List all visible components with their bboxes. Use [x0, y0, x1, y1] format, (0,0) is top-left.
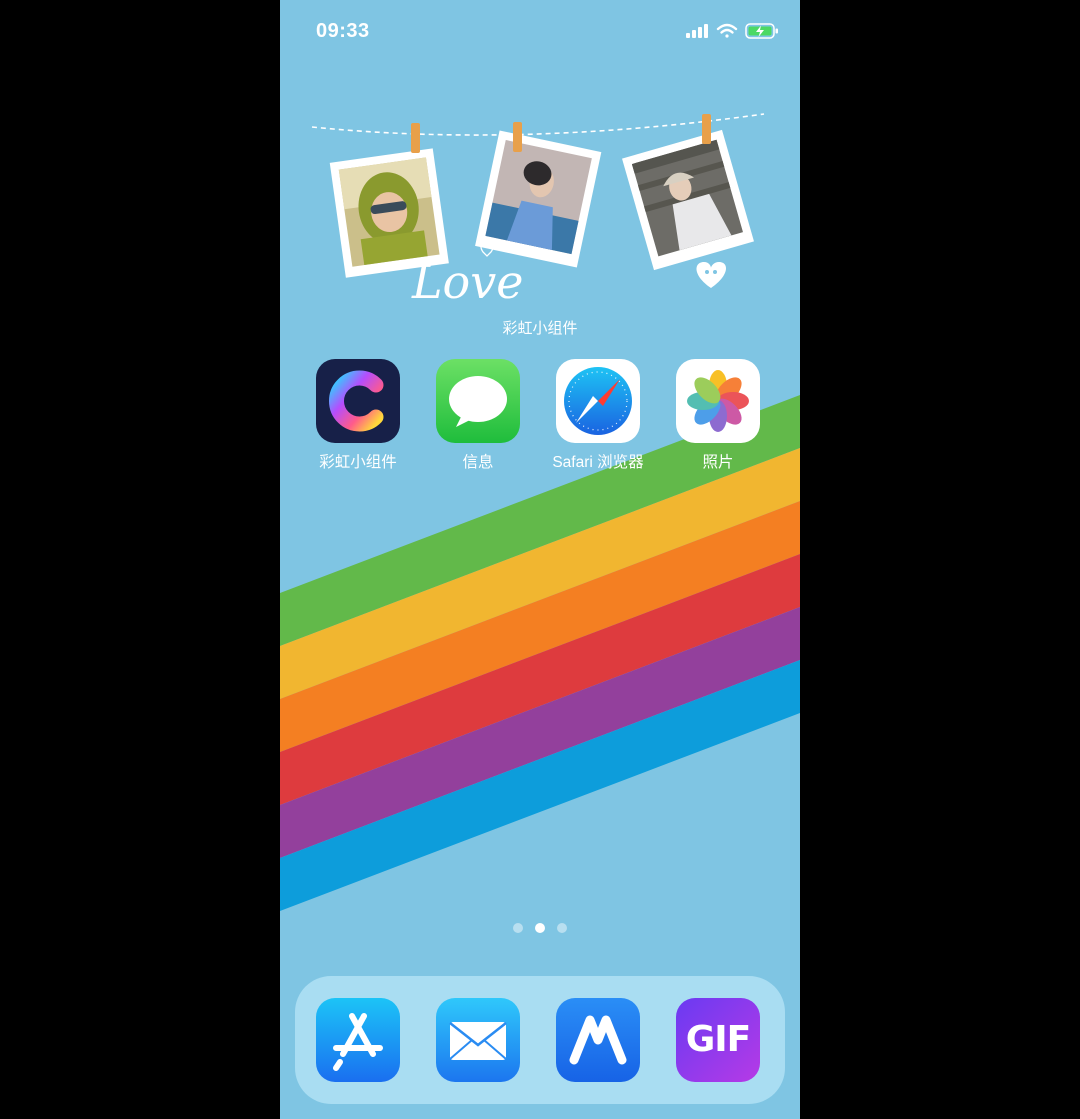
- dock-mail[interactable]: [418, 998, 538, 1082]
- heart-sticker-icon: [696, 262, 727, 288]
- cellular-signal-icon: [686, 24, 708, 38]
- app-label: 信息: [462, 454, 494, 471]
- dock: GIF: [295, 976, 785, 1104]
- polaroid-photo-2: [475, 130, 602, 268]
- page-dot-3[interactable]: [557, 923, 567, 933]
- app-label: 照片: [702, 454, 734, 471]
- safari-app-icon: [556, 359, 640, 443]
- app-messages[interactable]: 信息: [418, 359, 538, 472]
- page-dot-2[interactable]: [535, 923, 545, 933]
- app-safari[interactable]: Safari 浏览器: [538, 359, 658, 472]
- polaroid-photo-3: [622, 129, 754, 271]
- string-line: [311, 113, 765, 136]
- status-icons: [686, 22, 780, 45]
- rainbow-widget-app-icon: [316, 359, 400, 443]
- photos-app-icon: [676, 359, 760, 443]
- page-dot-1[interactable]: [513, 923, 523, 933]
- gif-app-icon: GIF: [676, 998, 760, 1082]
- m-app-icon: [556, 998, 640, 1082]
- dock-m-app[interactable]: [538, 998, 658, 1082]
- clothespin-2: [513, 122, 522, 152]
- messages-app-icon: [436, 359, 520, 443]
- app-store-icon: [316, 998, 400, 1082]
- widget-label: 彩虹小组件: [502, 320, 578, 337]
- home-screen: 09:33 Love 彩虹小组件 彩虹小组件 信息 Safari 浏览器 照片 …: [280, 0, 800, 1119]
- page-indicator[interactable]: [280, 920, 800, 938]
- love-script: Love: [411, 255, 523, 309]
- app-label: Safari 浏览器: [552, 454, 644, 471]
- dock-app-store[interactable]: [298, 998, 418, 1082]
- battery-charging-icon: [745, 23, 778, 39]
- app-photos[interactable]: 照片: [658, 359, 778, 472]
- clothespin-3: [702, 114, 711, 144]
- dock-gif-app[interactable]: GIF: [658, 998, 778, 1082]
- clothespin-1: [411, 123, 420, 153]
- wifi-icon: [716, 23, 738, 38]
- app-label: 彩虹小组件: [319, 454, 397, 471]
- mail-app-icon: [436, 998, 520, 1082]
- gif-text: GIF: [685, 1019, 752, 1060]
- photo-widget[interactable]: Love: [280, 100, 800, 310]
- status-time: 09:33: [316, 20, 370, 42]
- status-bar: 09:33: [280, 0, 800, 62]
- app-grid: 彩虹小组件 信息 Safari 浏览器 照片: [298, 359, 782, 479]
- app-rainbow-widget[interactable]: 彩虹小组件: [298, 359, 418, 472]
